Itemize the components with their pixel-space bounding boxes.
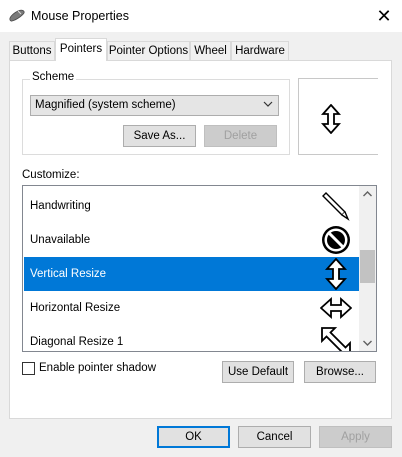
unavailable-cursor-icon — [322, 226, 350, 254]
use-default-button[interactable]: Use Default — [222, 361, 294, 383]
list-item-label: Horizontal Resize — [30, 302, 121, 314]
cancel-button[interactable]: Cancel — [238, 426, 311, 448]
list-item-label: Handwriting — [30, 200, 91, 212]
tab-label: Hardware — [235, 45, 285, 57]
scroll-thumb[interactable] — [360, 250, 375, 283]
diagonal-resize-cursor-icon — [321, 327, 351, 351]
tab-wheel[interactable]: Wheel — [190, 41, 231, 60]
tab-label: Pointer Options — [108, 45, 189, 57]
list-item-vertical-resize[interactable]: Vertical Resize — [24, 257, 360, 291]
tab-pointer-options[interactable]: Pointer Options — [107, 41, 190, 60]
save-as-label: Save As... — [133, 130, 186, 142]
pen-cursor-icon — [322, 192, 350, 221]
chevron-down-icon — [263, 101, 273, 107]
customize-label: Customize: — [22, 169, 80, 181]
apply-button[interactable]: Apply — [319, 426, 392, 448]
horizontal-resize-cursor-icon — [320, 296, 352, 320]
tab-label: Buttons — [12, 45, 52, 57]
browse-label: Browse... — [316, 366, 364, 378]
window-title: Mouse Properties — [31, 9, 129, 23]
ok-button[interactable]: OK — [157, 426, 230, 448]
cursor-list[interactable]: Handwriting Unavailable Vertical Resize … — [22, 185, 377, 352]
scroll-up-arrow-icon[interactable] — [359, 186, 376, 203]
scheme-selected-value: Magnified (system scheme) — [35, 99, 176, 111]
delete-button[interactable]: Delete — [204, 125, 277, 147]
list-item-label: Vertical Resize — [30, 268, 107, 280]
list-item-unavailable[interactable]: Unavailable — [24, 223, 360, 257]
close-button[interactable]: ✕ — [372, 3, 396, 29]
ok-label: OK — [185, 431, 202, 443]
pointer-shadow-label: Enable pointer shadow — [39, 362, 156, 374]
vertical-resize-cursor-icon — [324, 258, 348, 290]
close-icon: ✕ — [376, 6, 392, 26]
tab-pointers[interactable]: Pointers — [55, 38, 107, 61]
scheme-label: Scheme — [30, 71, 77, 83]
save-as-button[interactable]: Save As... — [123, 125, 196, 147]
tab-label: Wheel — [194, 45, 227, 57]
list-item-horizontal-resize[interactable]: Horizontal Resize — [24, 291, 360, 325]
browse-button[interactable]: Browse... — [304, 361, 376, 383]
list-item-handwriting[interactable]: Handwriting — [24, 189, 360, 223]
tab-label: Pointers — [59, 43, 103, 55]
tab-buttons[interactable]: Buttons — [9, 41, 55, 60]
scroll-down-arrow-icon[interactable] — [359, 334, 376, 351]
vertical-resize-preview-icon — [320, 104, 342, 134]
list-item-diagonal-resize-1[interactable]: Diagonal Resize 1 — [24, 325, 360, 351]
mouse-icon — [9, 9, 25, 22]
cursor-preview — [298, 78, 378, 155]
cancel-label: Cancel — [256, 431, 293, 443]
tab-hardware[interactable]: Hardware — [231, 41, 289, 60]
list-item-label: Diagonal Resize 1 — [30, 336, 124, 348]
list-item-label: Unavailable — [30, 234, 91, 246]
use-default-label: Use Default — [227, 366, 289, 378]
apply-label: Apply — [341, 431, 370, 443]
list-scrollbar[interactable] — [359, 186, 376, 351]
pointer-shadow-checkbox[interactable] — [22, 362, 35, 375]
delete-label: Delete — [223, 130, 258, 142]
